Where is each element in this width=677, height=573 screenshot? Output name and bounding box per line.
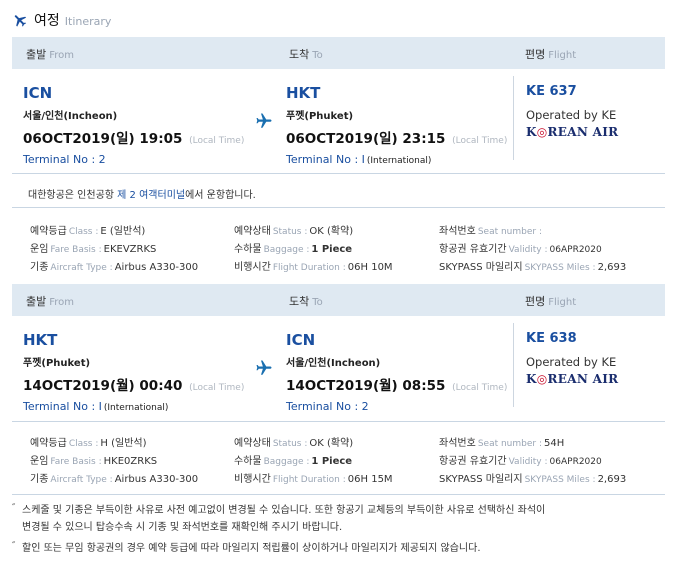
validity-row: 항공권 유효기간 Validity :06APR2020 [439,244,602,255]
departure-terminal: Terminal No : 2 [23,153,106,166]
divider [513,76,514,160]
arrival: HKT 푸껫(Phuket) 06OCT2019(일) 23:15 (Local… [286,84,507,166]
departure: HKT 푸껫(Phuket) 14OCT2019(월) 00:40 (Local… [23,331,244,413]
korean-air-logo: K◎REAN AIR [526,125,619,139]
korean-air-logo: K◎REAN AIR [526,372,619,386]
header-to: 도착 To [289,295,323,308]
operated-by: Operated by KE [526,355,617,369]
divider [12,207,665,208]
section-title-en: Itinerary [64,14,112,28]
section-title-ko: 여정 [34,13,60,29]
arrival-datetime: 14OCT2019(월) 08:55 (Local Time) [286,378,508,394]
departure-code: HKT [23,331,58,349]
departure-datetime: 06OCT2019(일) 19:05 (Local Time) [23,131,245,147]
footnote-text: 할인 또는 무임 항공권의 경우 예약 등급에 따라 마일리지 적립률이 상이하… [22,543,481,554]
arrival-code: ICN [286,331,316,349]
departure-city: 푸껫(Phuket) [23,358,91,369]
flight-segment: HKT 푸껫(Phuket) 14OCT2019(월) 00:40 (Local… [12,323,665,421]
miles-row: SKYPASS 마일리지 SKYPASS Miles :2,693 [439,474,627,485]
arrival-code: HKT [286,84,321,102]
flight-number: KE 638 [526,331,577,346]
duration-row: 비행시간 Flight Duration :06H 10M [234,262,393,273]
booking-details: 예약등급 Class :E (일반석) 예약상태 Status : OK (확약) 좌… [12,222,665,276]
footnote-text: 스케줄 및 기종은 부득이한 사유로 사전 예고없이 변경될 수 있습니다. 또… [22,505,546,516]
header-from: 출발 From [26,48,75,61]
arrival-datetime: 06OCT2019(일) 23:15 (Local Time) [286,131,508,147]
class-row: 예약등급 Class :H (일반석) [30,438,147,449]
divider [12,494,665,495]
departure-terminal: Terminal No : I (International) [23,400,169,413]
booking-details: 예약등급 Class :H (일반석) 예약상태 Status : OK (확약) 좌… [12,434,665,488]
arrival-terminal: Terminal No : I (International) [286,153,432,166]
divider [513,323,514,407]
status-row: 예약상태 Status : OK (확약) [234,438,354,449]
airplane-icon [256,360,272,375]
aircraft-row: 기종 Aircraft Type : Airbus A330-300 [30,262,199,273]
airplane-icon [14,15,27,27]
header-from: 출발 From [26,295,75,308]
footnote-text: 변경될 수 있으니 탑승수속 시 기종 및 좌석번호를 재확인해 주시기 바랍니… [22,522,343,533]
seat-row: 좌석번호 Seat number : [439,226,542,237]
fare-row: 운임 Fare Basis : HKE0ZRKS [30,456,158,467]
fare-row: 운임 Fare Basis : EKEVZRKS [30,244,157,255]
class-row: 예약등급 Class :E (일반석) [30,226,146,237]
flight-number: KE 637 [526,84,577,99]
departure: ICN 서울/인천(Incheon) 06OCT2019(일) 19:05 (L… [23,84,244,166]
miles-row: SKYPASS 마일리지 SKYPASS Miles :2,693 [439,262,627,273]
aircraft-row: 기종 Aircraft Type : Airbus A330-300 [30,474,199,485]
flight-info: KE 638 Operated by KE K◎REAN AIR [526,331,618,386]
departure-city: 서울/인천(Incheon) [23,111,118,122]
arrival-terminal: Terminal No : 2 [286,400,369,413]
header-flight: 편명 Flight [525,295,577,308]
departure-datetime: 14OCT2019(월) 00:40 (Local Time) [23,378,245,394]
footnote: ″ 스케줄 및 기종은 부득이한 사유로 사전 예고없이 변경될 수 있습니다.… [12,502,665,536]
arrival: ICN 서울/인천(Incheon) 14OCT2019(월) 08:55 (L… [286,331,507,413]
duration-row: 비행시간 Flight Duration :06H 15M [234,474,393,485]
departure-code: ICN [23,84,53,102]
validity-row: 항공권 유효기간 Validity :06APR2020 [439,456,602,467]
seat-row: 좌석번호 Seat number :54H [439,438,565,449]
arrival-city: 푸껫(Phuket) [286,111,354,122]
divider [12,421,665,422]
status-row: 예약상태 Status : OK (확약) [234,226,354,237]
header-to: 도착 To [289,48,323,61]
flight-segment: ICN 서울/인천(Incheon) 06OCT2019(일) 19:05 (L… [12,76,665,174]
airplane-icon [256,113,272,128]
operated-by: Operated by KE [526,108,617,122]
header-flight: 편명 Flight [525,48,577,61]
footnote-marker: ″ [12,541,16,551]
segment-header: 출발 From 도착 To 편명 Flight [12,37,665,69]
footnote-marker: ″ [12,503,16,513]
divider [12,173,665,174]
terminal-notice: 대한항공은 인천공항 제 2 여객터미널에서 운항합니다. [28,190,256,201]
section-title: 여정 Itinerary [12,8,111,32]
segment-header: 출발 From 도착 To 편명 Flight [12,284,665,316]
footnote: ″ 할인 또는 무임 항공권의 경우 예약 등급에 따라 마일리지 적립률이 상… [12,540,665,557]
flight-info: KE 637 Operated by KE K◎REAN AIR [526,84,618,139]
baggage-row: 수하물 Baggage :1 Piece [234,456,353,467]
arrival-city: 서울/인천(Incheon) [286,358,381,369]
baggage-row: 수하물 Baggage :1 Piece [234,244,353,255]
